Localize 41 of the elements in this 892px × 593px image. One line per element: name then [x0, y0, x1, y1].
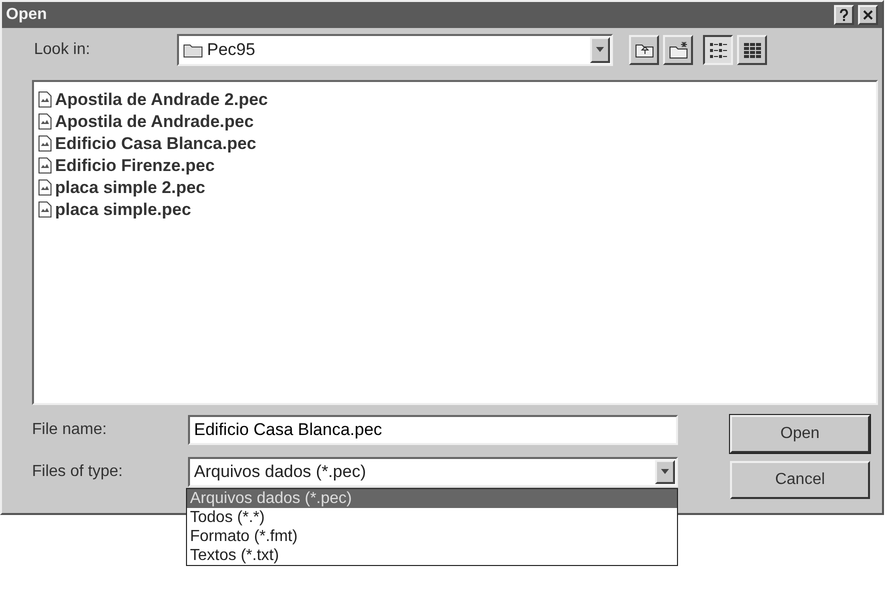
file-item[interactable]: Edificio Firenze.pec	[38, 154, 215, 176]
dropdown-option[interactable]: Textos (*.txt)	[187, 546, 677, 565]
help-icon	[839, 9, 849, 21]
look-in-dropdown[interactable]: Pec95	[177, 34, 613, 66]
dropdown-option[interactable]: Arquivos dados (*.pec)	[187, 489, 677, 508]
up-folder-button[interactable]	[629, 35, 659, 65]
file-item[interactable]: placa simple 2.pec	[38, 176, 206, 198]
file-item[interactable]: placa simple.pec	[38, 198, 192, 220]
file-name-field[interactable]: Edificio Casa Blanca.pec	[188, 415, 678, 445]
new-folder-button[interactable]	[663, 35, 693, 65]
file-item[interactable]: Edificio Casa Blanca.pec	[38, 132, 256, 154]
close-icon	[863, 10, 873, 20]
dropdown-option[interactable]: Todos (*.*)	[187, 508, 677, 527]
help-button[interactable]	[834, 5, 854, 25]
cancel-button[interactable]: Cancel	[730, 461, 870, 499]
folder-icon	[183, 42, 203, 58]
window-title: Open	[6, 5, 47, 25]
file-item[interactable]: Apostila de Andrade.pec	[38, 110, 254, 132]
document-icon	[38, 134, 52, 152]
document-icon	[38, 90, 52, 108]
caret-icon	[660, 469, 670, 475]
list-view-icon	[708, 41, 728, 59]
file-name-label: File name:	[32, 420, 108, 440]
look-in-label: Look in:	[34, 40, 92, 60]
list-button[interactable]	[703, 35, 733, 65]
file-type-value: Arquivos dados (*.pec)	[193, 461, 367, 484]
file-type-dropdown[interactable]: Arquivos dados (*.pec)	[188, 457, 678, 487]
document-icon	[38, 112, 52, 130]
look-in-value: Pec95	[206, 39, 256, 62]
new-folder-icon	[668, 41, 688, 59]
details-button[interactable]	[737, 35, 767, 65]
file-item[interactable]: Apostila de Andrade 2.pec	[38, 88, 268, 110]
document-icon	[38, 156, 52, 174]
open-button[interactable]: Open	[730, 415, 870, 453]
file-type-label: Files of type:	[32, 462, 124, 482]
caret-icon	[595, 47, 605, 53]
close-button[interactable]	[858, 5, 878, 25]
document-icon	[38, 200, 52, 218]
dropdown-option[interactable]: Formato (*.fmt)	[187, 527, 677, 546]
document-icon	[38, 178, 52, 196]
details-view-icon	[742, 41, 762, 59]
